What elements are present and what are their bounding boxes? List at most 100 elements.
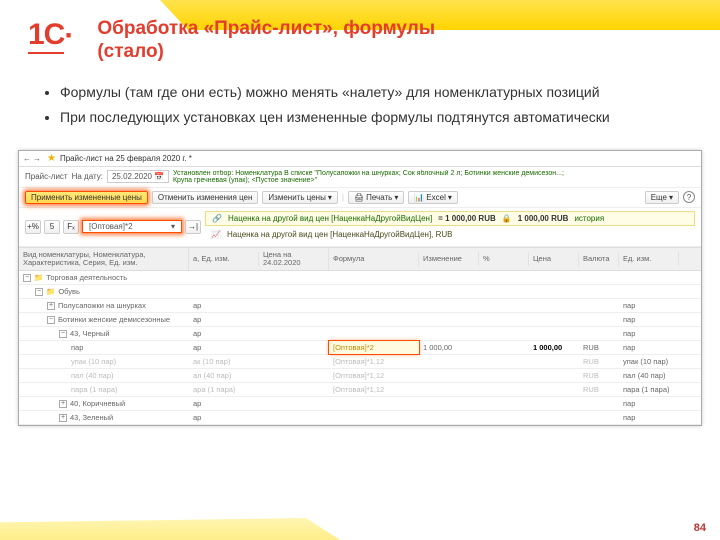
help-button[interactable]: ?	[683, 191, 695, 203]
cell-c3[interactable]	[329, 318, 419, 322]
col-price-on[interactable]: Цена на 24.02.2020	[259, 248, 329, 271]
cell-c1[interactable]: ак (10 пар)	[189, 355, 259, 368]
cell-c2[interactable]	[259, 304, 329, 308]
cell-c5[interactable]	[479, 402, 529, 406]
date-input[interactable]: 25.02.2020 📅	[107, 170, 169, 183]
cell-c2[interactable]	[259, 318, 329, 322]
cell-c6[interactable]	[529, 388, 579, 392]
cell-c4[interactable]	[419, 416, 479, 420]
cell-c4[interactable]	[419, 374, 479, 378]
col-formula[interactable]: Формула	[329, 252, 419, 266]
table-row[interactable]: +43, Зеленыйарпар	[19, 411, 701, 425]
cell-c1[interactable]: ара (1 пара)	[189, 383, 259, 396]
tree-toggle-icon[interactable]: −	[59, 330, 67, 338]
cell-c4[interactable]	[419, 332, 479, 336]
cell-c7[interactable]	[579, 304, 619, 308]
col-unit2[interactable]: Ед. изм.	[619, 252, 679, 266]
cell-c5[interactable]	[479, 360, 529, 364]
cell-c8[interactable]	[619, 276, 679, 280]
table-row[interactable]: +40, Коричневыйарпар	[19, 397, 701, 411]
tree-toggle-icon[interactable]: +	[59, 400, 67, 408]
tree-toggle-icon[interactable]: +	[47, 302, 55, 310]
cell-c4[interactable]	[419, 388, 479, 392]
cell-c8[interactable]: пар	[619, 397, 679, 410]
tree-toggle-icon[interactable]: −	[47, 316, 55, 324]
cell-c3[interactable]: [Оптовая]*2	[329, 341, 419, 354]
cell-c5[interactable]	[479, 416, 529, 420]
cell-c5[interactable]	[479, 388, 529, 392]
cell-c1[interactable]	[189, 276, 259, 280]
cell-c6[interactable]	[529, 374, 579, 378]
cell-c6[interactable]: 1 000,00	[529, 341, 579, 354]
cell-c7[interactable]	[579, 318, 619, 322]
cell-c3[interactable]	[329, 304, 419, 308]
excel-button[interactable]: 📊 Excel ▾	[408, 191, 458, 204]
cell-c5[interactable]	[479, 332, 529, 336]
history-link[interactable]: история	[574, 214, 604, 223]
cell-c7[interactable]: RUB	[579, 341, 619, 354]
price-type-link[interactable]: Наценка на другой вид цен [НаценкаНаДруг…	[228, 214, 432, 223]
cell-c2[interactable]	[259, 374, 329, 378]
cell-c2[interactable]	[259, 290, 329, 294]
cell-c1[interactable]: ал (40 пар)	[189, 369, 259, 382]
add5-button[interactable]: +%	[25, 220, 41, 234]
cell-c8[interactable]: упак (10 пар)	[619, 355, 679, 368]
cell-c7[interactable]	[579, 290, 619, 294]
cell-c6[interactable]	[529, 360, 579, 364]
cell-c1[interactable]	[189, 290, 259, 294]
cell-c2[interactable]	[259, 360, 329, 364]
cell-c7[interactable]	[579, 402, 619, 406]
more-button[interactable]: Еще ▾	[645, 191, 679, 204]
cell-c1[interactable]: ар	[189, 341, 259, 354]
favorite-icon[interactable]: ★	[47, 153, 56, 164]
cell-c1[interactable]: ар	[189, 411, 259, 424]
formula-input[interactable]: [Оптовая]*2 ▾	[82, 220, 182, 233]
nav-forward-button[interactable]	[33, 154, 43, 163]
cell-c6[interactable]	[529, 402, 579, 406]
table-row[interactable]: +Полусапожки на шнуркахарпар	[19, 299, 701, 313]
tree-toggle-icon[interactable]: −	[35, 288, 43, 296]
table-row[interactable]: упак (10 пар)ак (10 пар)[Оптовая]*1,12RU…	[19, 355, 701, 369]
tree-toggle-icon[interactable]: +	[59, 414, 67, 422]
change-prices-button[interactable]: Изменить цены ▾	[262, 191, 337, 204]
cell-c5[interactable]	[479, 290, 529, 294]
cell-c1[interactable]: ар	[189, 313, 259, 326]
cell-c8[interactable]: пар	[619, 327, 679, 340]
table-row[interactable]: −Ботинки женские демисезонныеарпар	[19, 313, 701, 327]
table-row[interactable]: пара (1 пара)ара (1 пара)[Оптовая]*1,12R…	[19, 383, 701, 397]
cell-c2[interactable]	[259, 276, 329, 280]
nav-back-button[interactable]	[23, 154, 33, 163]
table-row[interactable]: −📁Обувь	[19, 285, 701, 299]
cell-c3[interactable]: [Оптовая]*1,12	[329, 369, 419, 382]
cell-c2[interactable]	[259, 388, 329, 392]
table-row[interactable]: −43, Черныйарпар	[19, 327, 701, 341]
cell-c5[interactable]	[479, 374, 529, 378]
cell-c4[interactable]	[419, 318, 479, 322]
cell-c3[interactable]	[329, 290, 419, 294]
cell-c8[interactable]: пар	[619, 411, 679, 424]
cell-c6[interactable]	[529, 318, 579, 322]
tree-toggle-icon[interactable]: −	[23, 274, 31, 282]
cell-c5[interactable]	[479, 346, 529, 350]
cell-c4[interactable]	[419, 360, 479, 364]
cell-c2[interactable]	[259, 332, 329, 336]
cell-c7[interactable]: RUB	[579, 355, 619, 368]
cell-c5[interactable]	[479, 304, 529, 308]
cell-c8[interactable]: пар	[619, 299, 679, 312]
cell-c6[interactable]	[529, 276, 579, 280]
cell-c2[interactable]	[259, 346, 329, 350]
cell-c3[interactable]	[329, 416, 419, 420]
col-change[interactable]: Изменение	[419, 252, 479, 266]
table-row[interactable]: −📁Торговая деятельность	[19, 271, 701, 285]
cell-c1[interactable]: ар	[189, 397, 259, 410]
cell-c6[interactable]	[529, 332, 579, 336]
cell-c7[interactable]	[579, 416, 619, 420]
cell-c4[interactable]	[419, 290, 479, 294]
col-nomenclature[interactable]: Вид номенклатуры, Номенклатура, Характер…	[19, 248, 189, 271]
cell-c4[interactable]	[419, 276, 479, 280]
cell-c3[interactable]	[329, 402, 419, 406]
cell-c4[interactable]: 1 000,00	[419, 341, 479, 354]
cell-c6[interactable]	[529, 416, 579, 420]
cell-c6[interactable]	[529, 304, 579, 308]
cell-c8[interactable]: пар	[619, 341, 679, 354]
